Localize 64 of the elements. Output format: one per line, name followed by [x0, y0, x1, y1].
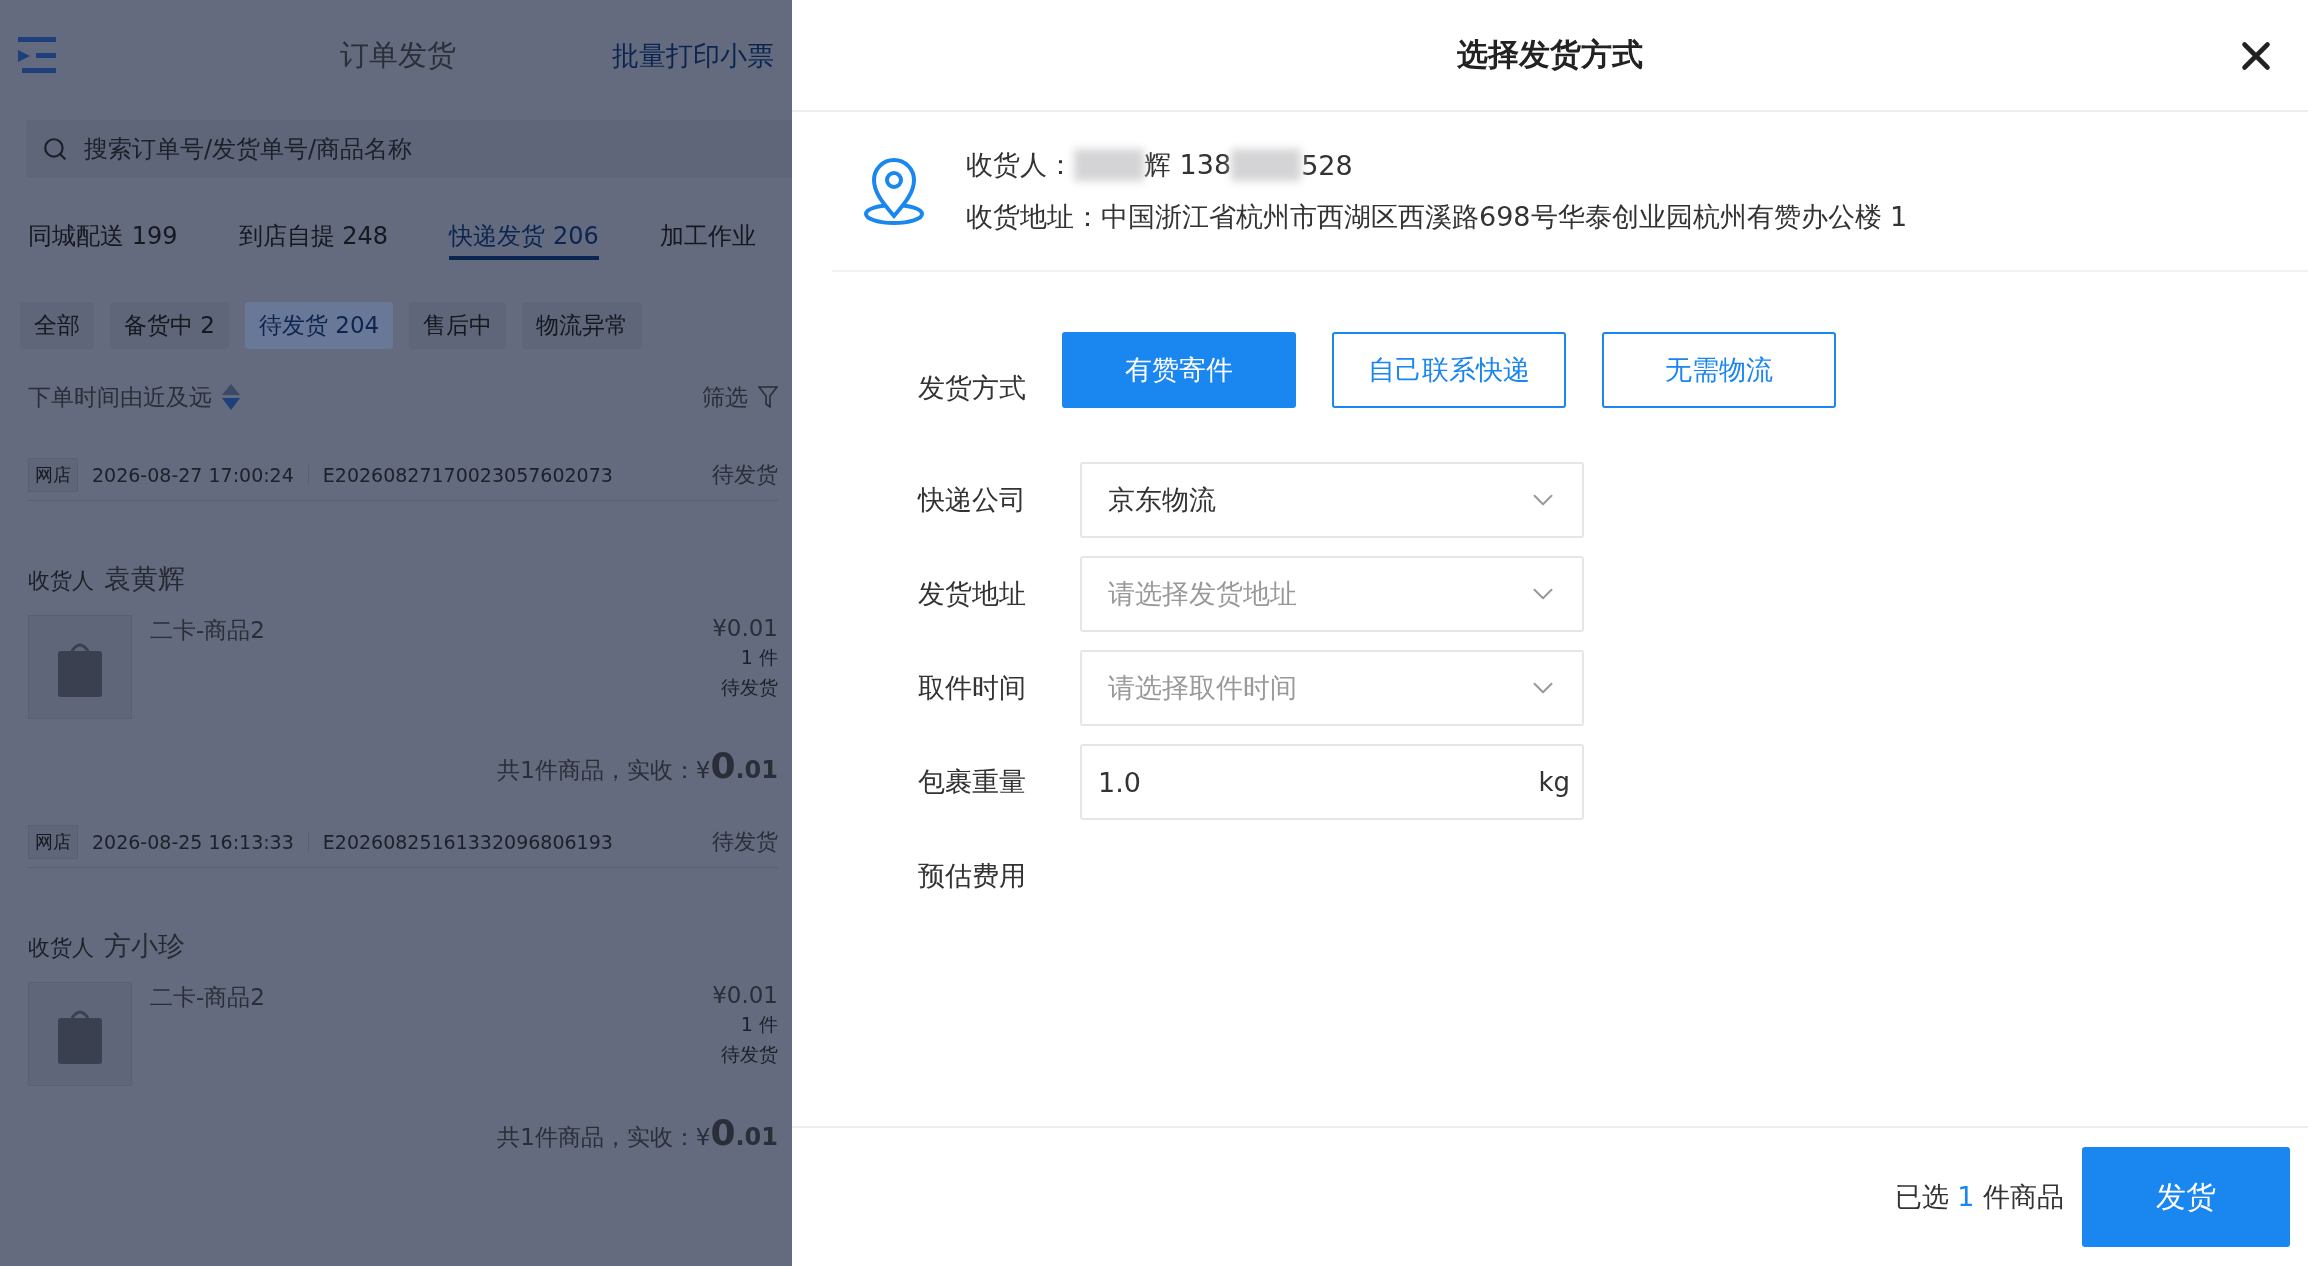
- status-filter-chip[interactable]: 全部: [20, 302, 94, 349]
- source-tag: 网店: [28, 824, 78, 859]
- field-label: 取件时间: [918, 671, 1027, 705]
- field-label: 预估费用: [918, 859, 1027, 893]
- search-icon: [42, 136, 68, 162]
- order-total: 共1件商品，实收：¥0.01: [497, 745, 778, 786]
- product-quantity: 1 件: [740, 1012, 778, 1037]
- weight-input-field[interactable]: 1.0: [1096, 765, 1539, 799]
- product-name: 二卡-商品2: [150, 616, 266, 645]
- order-total: 共1件商品，实收：¥0.01: [497, 1112, 778, 1153]
- page-title: 订单发货: [340, 37, 456, 74]
- ship-button[interactable]: 发货: [2082, 1147, 2290, 1247]
- redacted-mark: [1074, 149, 1144, 181]
- category-tab[interactable]: 同城配送 199: [28, 220, 178, 260]
- product-price: ¥0.01: [712, 615, 778, 641]
- filter-icon[interactable]: [758, 386, 778, 408]
- product-price: ¥0.01: [712, 982, 778, 1008]
- field-label: 包裹重量: [918, 765, 1027, 799]
- consignee-name: 方小珍: [104, 929, 185, 963]
- select-field[interactable]: 京东物流: [1080, 462, 1584, 538]
- category-tab[interactable]: 到店自提 248: [238, 220, 389, 260]
- selected-count-text: 已选 1 件商品: [1894, 1180, 2064, 1214]
- product-quantity: 1 件: [740, 645, 778, 670]
- status-filter-chip[interactable]: 备货中 2: [110, 302, 229, 349]
- field-label: 快递公司: [918, 483, 1027, 517]
- consignee-info: 辉 138: [1144, 148, 1232, 182]
- sort-label[interactable]: 下单时间由近及远: [28, 381, 212, 413]
- shipping-method-option[interactable]: 无需物流: [1602, 332, 1836, 408]
- menu-icon[interactable]: [18, 37, 58, 75]
- consignee-name: 袁黄辉: [104, 562, 185, 596]
- order-number: E20260825161332096806193: [322, 830, 613, 853]
- status-filter-chip[interactable]: 物流异常: [522, 302, 643, 349]
- order-status: 待发货: [712, 827, 778, 856]
- order-number: E20260827170023057602073: [322, 463, 613, 486]
- order-status: 待发货: [712, 460, 778, 489]
- field-label: 发货地址: [918, 577, 1027, 611]
- shipping-method-option[interactable]: 有赞寄件: [1062, 332, 1296, 408]
- consignee-info: 528: [1301, 149, 1353, 181]
- product-status: 待发货: [721, 675, 778, 700]
- location-pin-icon: [862, 156, 926, 226]
- category-tab[interactable]: 快递发货 206: [449, 220, 599, 260]
- unit-label: kg: [1538, 767, 1570, 797]
- order-time: 2026-08-27 17:00:24: [92, 463, 294, 486]
- filter-label[interactable]: 筛选: [702, 381, 748, 413]
- consignee-label: 收货人: [28, 934, 94, 962]
- batch-print-link[interactable]: 批量打印小票: [612, 38, 774, 74]
- source-tag: 网店: [28, 457, 78, 492]
- sort-icon[interactable]: [222, 384, 240, 410]
- weight-field[interactable]: 1.0 kg: [1080, 744, 1584, 820]
- status-filter-chip[interactable]: 售后中: [409, 302, 507, 349]
- order-time: 2026-08-25 16:13:33: [92, 830, 294, 853]
- select-field[interactable]: 请选择取件时间: [1080, 650, 1584, 726]
- shipping-method-option[interactable]: 自己联系快递: [1332, 332, 1566, 408]
- address-text: 收货地址：中国浙江省杭州市西湖区西溪路698号华泰创业园杭州有赞办公楼 1: [966, 200, 1908, 234]
- product-name: 二卡-商品2: [150, 983, 266, 1012]
- category-tab[interactable]: 加工作业: [659, 220, 756, 260]
- consignee-label: 收货人: [28, 567, 94, 595]
- consignee-label: 收货人：: [966, 148, 1074, 182]
- redacted-mark: [1231, 149, 1302, 181]
- select-field[interactable]: 请选择发货地址: [1080, 556, 1584, 632]
- product-status: 待发货: [721, 1042, 778, 1067]
- status-filter-chip[interactable]: 待发货 204: [244, 302, 394, 349]
- dialog-title: 选择发货方式: [1457, 35, 1643, 74]
- field-label: 发货方式: [918, 371, 1027, 405]
